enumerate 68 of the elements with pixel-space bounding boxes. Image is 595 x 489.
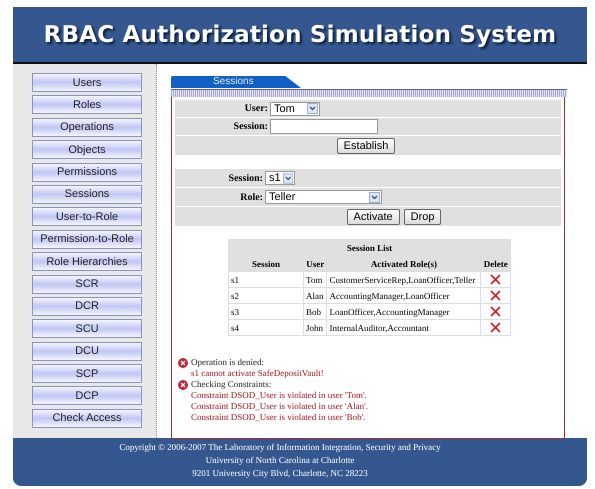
error-message: Constraint DSOD_User is violated in user 'Alan'.	[190, 401, 369, 412]
footer-text: Copyright © 2006-2007 The Laboratory of Information Integration, Security and Privacy	[119, 441, 441, 454]
column-header: Session	[228, 256, 304, 272]
establish-button[interactable]: Establish	[336, 138, 396, 154]
column-header: Delete	[480, 256, 510, 272]
delete-icon	[490, 274, 502, 285]
nav-button[interactable]: SCR	[32, 274, 142, 294]
table-cell: Tom	[304, 272, 327, 288]
table-cell: InternalAuditor,Accountant	[326, 320, 481, 336]
table-cell: CustomerServiceRep,LoanOfficer,Teller	[326, 272, 481, 288]
table-title: Session List	[228, 240, 510, 256]
nav-button[interactable]: SCU	[32, 319, 142, 338]
nav-button[interactable]: Permission-to-Role	[32, 230, 142, 249]
action-button[interactable]: Drop	[404, 208, 442, 224]
nav-button[interactable]: SCP	[32, 364, 142, 384]
action-button[interactable]: Activate	[346, 208, 400, 224]
caret-icon	[307, 103, 318, 114]
delete-icon	[490, 306, 502, 317]
user-dropdown[interactable]: Tom	[270, 102, 320, 116]
delete-button[interactable]	[490, 290, 502, 301]
table-cell: LoanOfficer,AccountingManager	[326, 304, 481, 320]
delete-button[interactable]	[490, 306, 502, 317]
table-cell: s3	[228, 304, 304, 320]
error-message: s1 cannot activate SafeDepositVault!	[190, 368, 325, 379]
table-cell: s1	[228, 272, 304, 288]
nav-button[interactable]: Sessions	[32, 184, 142, 204]
column-header: User	[304, 256, 327, 272]
app-title: RBAC Authorization Simulation System	[44, 22, 556, 48]
nav-button[interactable]: Role Hierarchies	[32, 252, 142, 272]
message-heading: Operation is denied:	[191, 357, 264, 368]
table-cell: Alan	[304, 288, 327, 304]
session-dropdown[interactable]: s1	[265, 171, 295, 185]
footer-text: 9201 University City Blvd, Charlotte, NC 28223	[192, 467, 368, 480]
nav-button[interactable]: DCU	[32, 342, 142, 361]
nav-button[interactable]: DCP	[32, 386, 142, 406]
nav-button[interactable]: Roles	[32, 95, 142, 114]
delete-icon	[490, 322, 502, 333]
delete-button[interactable]	[490, 274, 502, 285]
sessions-tab[interactable]: Sessions	[171, 76, 301, 88]
table-cell: AccountingManager,LoanOfficer	[326, 288, 481, 304]
table-cell: s2	[228, 288, 304, 304]
nav-button[interactable]: Permissions	[32, 162, 142, 182]
footer-text: University of North Carolina at Charlotte	[206, 454, 354, 467]
session-input[interactable]	[270, 119, 378, 134]
role-dropdown[interactable]: Teller	[265, 190, 382, 204]
nav-button[interactable]: DCR	[32, 296, 142, 316]
field-label: User:	[244, 103, 269, 114]
caret-icon	[369, 192, 380, 202]
delete-icon	[490, 290, 502, 301]
table-cell: s4	[228, 320, 304, 336]
nav-button[interactable]: User-to-Role	[32, 207, 142, 226]
table-cell: Bob	[304, 304, 327, 320]
column-header: Activated Role(s)	[326, 256, 481, 272]
field-label: Session:	[232, 121, 269, 132]
delete-button[interactable]	[490, 322, 502, 333]
field-label: Session:	[228, 172, 264, 184]
error-message: Constraint DSOD_User is violated in user 'Bob'.	[190, 412, 366, 423]
field-label: Role:	[239, 192, 264, 202]
nav-button[interactable]: Objects	[32, 140, 142, 160]
caret-icon	[282, 172, 293, 184]
table-cell: John	[304, 320, 327, 336]
message-heading: Checking Constraints:	[191, 379, 272, 390]
error-icon	[178, 358, 188, 368]
error-icon	[178, 380, 188, 390]
nav-button[interactable]: Check Access	[32, 408, 142, 428]
error-message: Constraint DSOD_User is violated in user 'Tom'.	[190, 390, 368, 401]
nav-button[interactable]: Operations	[32, 118, 142, 137]
nav-button[interactable]: Users	[32, 73, 142, 92]
